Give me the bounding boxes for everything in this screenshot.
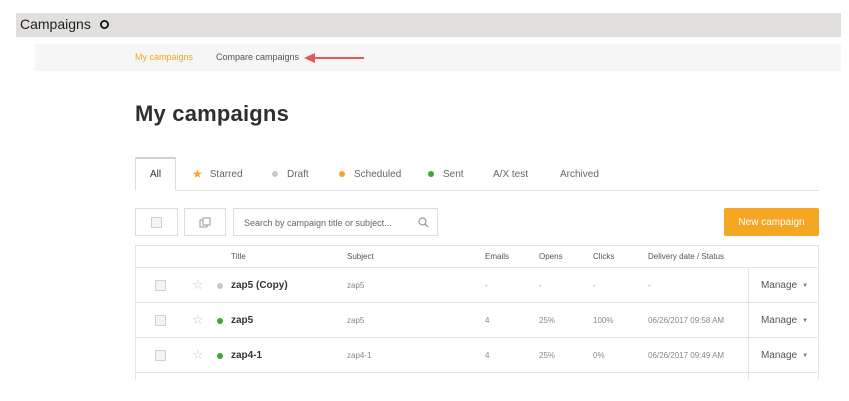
- status-dot-icon: [217, 283, 223, 289]
- campaign-search[interactable]: [233, 208, 438, 236]
- campaign-emails: 4: [485, 316, 490, 325]
- campaign-delivery: 06/26/2017 09:58 AM: [648, 316, 725, 325]
- nav-my-campaigns[interactable]: My campaigns: [135, 52, 193, 62]
- campaign-clicks: 0%: [593, 351, 605, 360]
- campaign-opens: 25%: [539, 351, 556, 360]
- draft-dot-icon: [272, 171, 278, 177]
- manage-label: Manage: [760, 280, 798, 291]
- search-input[interactable]: [244, 215, 414, 230]
- chevron-down-icon: ▼: [802, 317, 809, 324]
- row-checkbox[interactable]: [155, 315, 166, 326]
- col-opens: Opens: [539, 252, 563, 261]
- table-header: Title Subject Emails Opens Clicks Delive…: [136, 246, 818, 268]
- star-icon[interactable]: ☆: [192, 313, 204, 326]
- manage-dropdown[interactable]: Manage ▼: [748, 338, 818, 373]
- chevron-down-icon: ▼: [802, 282, 809, 289]
- campaigns-table: Title Subject Emails Opens Clicks Delive…: [135, 245, 819, 380]
- campaign-opens: -: [539, 281, 542, 290]
- manage-column-divider: [748, 373, 818, 380]
- chevron-down-icon: ▼: [802, 352, 809, 359]
- select-all-checkbox[interactable]: [151, 216, 162, 228]
- copy-button[interactable]: [184, 208, 226, 236]
- campaign-title[interactable]: zap4-1: [231, 350, 262, 361]
- tab-sent-label: Sent: [443, 168, 464, 180]
- campaign-subject: zap4-1: [347, 351, 372, 360]
- search-icon[interactable]: [418, 217, 429, 228]
- tab-starred[interactable]: ★ Starred: [192, 157, 243, 191]
- star-icon[interactable]: ☆: [192, 278, 204, 291]
- campaign-subject: zap5: [347, 316, 365, 325]
- campaign-subject: zap5: [347, 281, 365, 290]
- row-checkbox[interactable]: [155, 350, 166, 361]
- tab-all[interactable]: All: [135, 157, 176, 191]
- table-row: ☆ zap5 (Copy) zap5 - - - - Manage ▼: [136, 268, 818, 303]
- tab-all-label: All: [149, 169, 162, 180]
- campaign-emails: 4: [485, 351, 490, 360]
- row-checkbox[interactable]: [155, 280, 166, 291]
- tab-scheduled-label: Scheduled: [354, 168, 402, 180]
- table-row: ☆ zap5 zap5 4 25% 100% 06/26/2017 09:58 …: [136, 303, 818, 338]
- tab-draft[interactable]: Draft: [272, 157, 309, 191]
- col-delivery-status: Delivery date / Status: [648, 252, 725, 261]
- campaign-delivery: 06/26/2017 09:49 AM: [648, 351, 725, 360]
- tab-ax-test[interactable]: A/X test: [493, 157, 528, 191]
- nav-compare-campaigns[interactable]: Compare campaigns: [216, 52, 299, 62]
- campaign-clicks: -: [593, 281, 596, 290]
- select-all-checkbox-button[interactable]: [135, 208, 178, 236]
- campaign-title[interactable]: zap5 (Copy): [231, 280, 288, 291]
- campaign-delivery: -: [648, 281, 651, 290]
- tab-scheduled[interactable]: Scheduled: [339, 157, 401, 191]
- star-icon: ★: [192, 167, 203, 181]
- new-campaign-button[interactable]: New campaign: [724, 208, 819, 236]
- tab-starred-label: Starred: [209, 168, 243, 180]
- tab-sent[interactable]: Sent: [428, 157, 464, 191]
- table-row: [136, 373, 818, 380]
- manage-label: Manage: [760, 315, 798, 326]
- star-icon[interactable]: ☆: [192, 348, 204, 361]
- campaign-opens: 25%: [539, 316, 556, 325]
- col-clicks: Clicks: [593, 252, 615, 261]
- campaign-clicks: 100%: [593, 316, 614, 325]
- app-title: Campaigns: [20, 16, 91, 32]
- manage-dropdown[interactable]: Manage ▼: [748, 303, 818, 338]
- col-emails: Emails: [485, 252, 510, 261]
- tab-ax-test-label: A/X test: [493, 168, 529, 180]
- tab-archived-label: Archived: [560, 168, 599, 180]
- sent-dot-icon: [428, 171, 434, 177]
- page-title: My campaigns: [135, 101, 290, 126]
- manage-dropdown[interactable]: Manage ▼: [748, 268, 818, 303]
- manage-label: Manage: [760, 350, 798, 361]
- app-header: Campaigns: [16, 13, 841, 37]
- table-row: ☆ zap4-1 zap4-1 4 25% 0% 06/26/2017 09:4…: [136, 338, 818, 373]
- col-title: Title: [231, 252, 246, 261]
- add-icon[interactable]: [98, 18, 111, 31]
- copy-icon: [199, 217, 211, 227]
- campaign-title[interactable]: zap5: [231, 315, 253, 326]
- campaign-filter-tabs: All ★ Starred Draft Scheduled Sent A/X t…: [135, 157, 819, 191]
- campaign-emails: -: [485, 281, 488, 290]
- status-dot-icon: [217, 318, 223, 324]
- status-dot-icon: [217, 353, 223, 359]
- tab-draft-label: Draft: [287, 168, 309, 180]
- scheduled-dot-icon: [339, 171, 345, 177]
- tab-archived[interactable]: Archived: [560, 157, 599, 191]
- annotation-arrow-icon: [304, 53, 364, 63]
- col-subject: Subject: [347, 252, 374, 261]
- sub-navigation: My campaigns Compare campaigns: [35, 44, 841, 71]
